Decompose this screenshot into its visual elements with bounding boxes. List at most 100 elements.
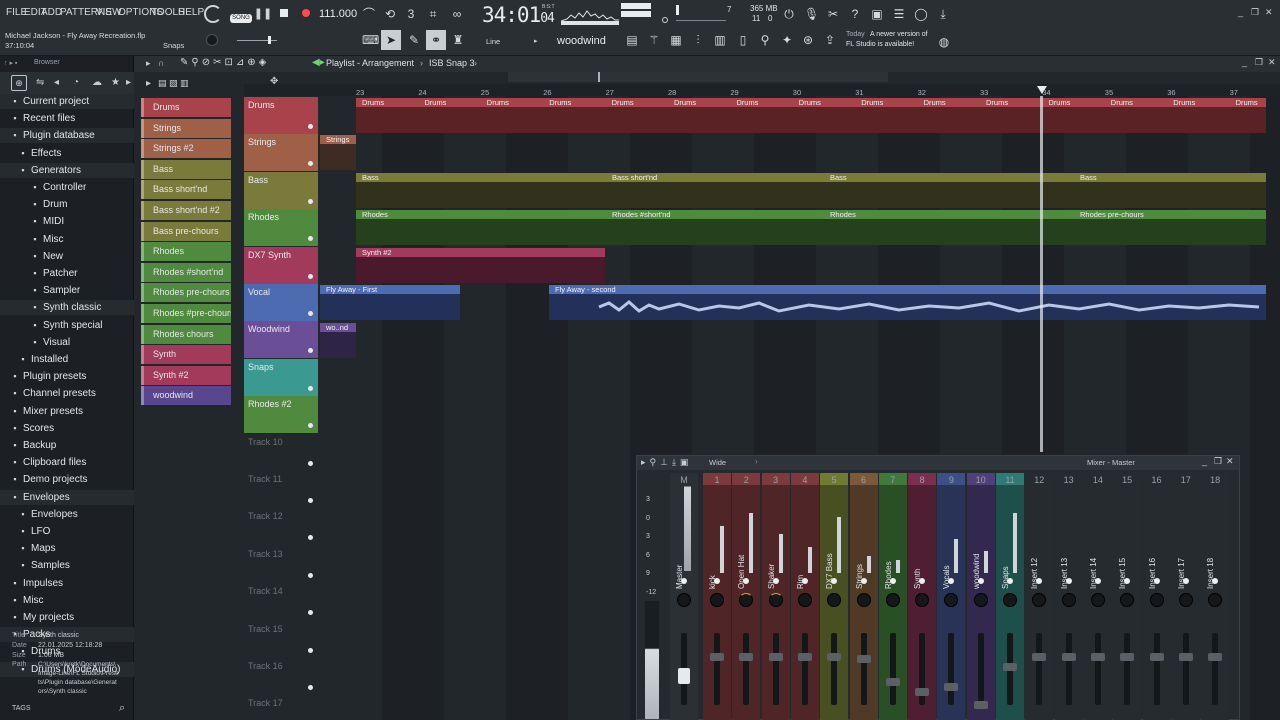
browser-item[interactable]: ▪ My projects <box>0 610 134 625</box>
track-header[interactable]: Track 10 <box>244 433 318 471</box>
mixer-insert[interactable]: 2 Open Hat <box>732 473 761 720</box>
mixer-insert[interactable]: 16 Insert 16 <box>1142 473 1171 720</box>
browser-item[interactable]: ▪ Maps <box>0 541 134 556</box>
browser-item[interactable]: ▪ LFO <box>0 524 134 539</box>
mixer-fader-cap[interactable] <box>768 653 783 661</box>
mixer-fader-cap[interactable] <box>1208 653 1223 661</box>
mixer-master-channel[interactable]: M Master <box>670 473 698 720</box>
track-header[interactable]: Track 12 <box>244 508 318 546</box>
channel-item[interactable]: Rhodes <box>141 242 231 262</box>
browser-nav-icon[interactable]: ↑ ▸ ▪ <box>4 59 17 67</box>
menu-add[interactable]: ADD <box>41 7 62 18</box>
mixer-pan-knob[interactable] <box>797 593 812 607</box>
track-header[interactable]: Bass <box>244 171 318 209</box>
mixer-mute-led[interactable] <box>1094 578 1101 584</box>
browser-item[interactable]: ▪ Demo projects <box>0 472 134 487</box>
wave-icon[interactable]: ▧ <box>169 78 178 89</box>
playlist-restore-icon[interactable]: ❐ <box>1255 57 1263 68</box>
mixer-mute-led[interactable] <box>889 578 896 584</box>
master-mute-led[interactable] <box>681 578 687 584</box>
mixer-insert[interactable]: 7 Rhodes <box>878 473 907 720</box>
pointer-tool-button[interactable]: ➤ <box>381 30 401 50</box>
channel-item[interactable]: woodwind <box>141 386 231 406</box>
mixer-pan-knob[interactable] <box>1208 593 1223 607</box>
menu-help[interactable]: HELP <box>178 7 204 18</box>
tools-icon[interactable]: ✂ <box>826 7 840 21</box>
browser-item[interactable]: ▪ Misc <box>0 593 134 608</box>
help-icon[interactable]: ? <box>848 7 862 21</box>
snap-slider[interactable] <box>237 40 277 41</box>
mixer-fader-cap[interactable] <box>1090 653 1105 661</box>
mixer-pan-knob[interactable] <box>944 593 959 607</box>
mixer-pan-knob[interactable] <box>1003 593 1017 607</box>
mixer-fader-cap[interactable] <box>973 701 988 709</box>
step-edit-icon[interactable]: 3 <box>404 7 418 21</box>
mixer-pan-knob[interactable] <box>885 593 900 607</box>
track-header[interactable]: Strings <box>244 134 318 172</box>
mixer-fader-cap[interactable] <box>915 688 930 696</box>
browser-item[interactable]: ▪ Installed <box>0 352 134 367</box>
mixer-fader-cap[interactable] <box>885 678 900 686</box>
track-mute-led[interactable] <box>308 161 313 167</box>
mixer-pan-knob[interactable] <box>827 593 842 607</box>
pick-icon[interactable]: ✦ <box>780 33 794 47</box>
clip-synth[interactable] <box>356 248 605 283</box>
metronome-icon[interactable]: ⌒ <box>362 7 376 21</box>
channel-item[interactable]: Synth <box>141 345 231 365</box>
wand-icon[interactable]: ⚚ <box>647 33 661 47</box>
mixer-volume-fader[interactable] <box>860 633 867 705</box>
track-header[interactable]: Track 16 <box>244 658 318 695</box>
track-mute-led[interactable] <box>308 535 313 541</box>
pencil-icon[interactable]: ✎ <box>407 33 421 47</box>
browser-item[interactable]: ▪ Backup <box>0 438 134 453</box>
mixer-fader-cap[interactable] <box>710 653 724 661</box>
playhead[interactable] <box>1040 96 1043 452</box>
mixer-tools-icon[interactable]: ▸⚲⊥⤓▣ <box>641 457 692 468</box>
mixer-view-icon[interactable]: ▤ <box>625 33 639 47</box>
mixer-insert[interactable]: 5 DX7 Bass <box>820 473 849 720</box>
browser-item[interactable]: ▪ Generators <box>0 162 134 178</box>
mixer-volume-fader[interactable] <box>714 633 720 705</box>
mixer-insert[interactable]: 15 Insert 15 <box>1113 473 1142 720</box>
mixer-mute-led[interactable] <box>1153 578 1160 584</box>
track-header[interactable]: DX7 Synth <box>244 246 318 284</box>
track-mute-led[interactable] <box>308 385 313 391</box>
mixer-insert[interactable]: 1 kick <box>703 473 731 720</box>
browser-item[interactable]: ▪ Recent files <box>0 111 134 126</box>
mixer-volume-fader[interactable] <box>1036 633 1043 705</box>
mixer-pan-knob[interactable] <box>1090 593 1105 607</box>
playlist-menu-icon[interactable]: ▸ <box>146 58 151 69</box>
channel-item[interactable]: Bass short'nd #2 <box>141 201 231 220</box>
mixer-mute-led[interactable] <box>860 578 867 584</box>
browser-plugin-icon[interactable]: ◂ <box>54 77 59 88</box>
track-header[interactable]: Track 11 <box>244 471 318 508</box>
track-header[interactable]: Track 13 <box>244 545 318 583</box>
sliders-icon[interactable]: ☰ <box>892 7 906 21</box>
clip-bass-1[interactable] <box>356 173 605 208</box>
browser-item[interactable]: ▪ Plugin database <box>0 128 134 144</box>
mixer-fader-cap[interactable] <box>1032 653 1047 661</box>
mixer-pan-knob[interactable] <box>1061 593 1076 607</box>
channel-item[interactable]: Rhodes #pre-chours <box>141 304 231 323</box>
track-mute-led[interactable] <box>308 572 313 578</box>
mixer-insert[interactable]: 13 Insert 13 <box>1054 473 1083 720</box>
mixer-mute-led[interactable] <box>1182 578 1189 584</box>
track-mute-led[interactable] <box>308 273 313 279</box>
browser-item[interactable]: ▪ Sampler <box>0 283 134 298</box>
browser-item[interactable]: ▪ Scores <box>0 421 134 436</box>
master-volume-knob[interactable] <box>662 17 668 23</box>
channel-item[interactable]: Strings <box>141 118 231 138</box>
clip-bass-4[interactable] <box>1073 173 1266 208</box>
horizontal-scrollbar[interactable] <box>508 72 888 82</box>
mixer-volume-fader[interactable] <box>1153 633 1160 705</box>
panic-icon[interactable]: ⏻ <box>782 7 796 21</box>
mixer-mute-led[interactable] <box>714 578 720 584</box>
track-header[interactable]: Track 14 <box>244 583 318 621</box>
stop-icon[interactable] <box>280 9 288 17</box>
browser-item[interactable]: ▪ Misc <box>0 232 134 247</box>
channel-item[interactable]: Rhodes chours <box>141 324 231 344</box>
play-icon[interactable]: ▸ <box>146 78 151 89</box>
playlist-tools-icon[interactable]: ✎⚲⊘✂⊡⊿⊕◈ <box>180 57 269 68</box>
mixer-volume-fader[interactable] <box>889 633 896 705</box>
mixer-volume-fader[interactable] <box>801 633 808 705</box>
